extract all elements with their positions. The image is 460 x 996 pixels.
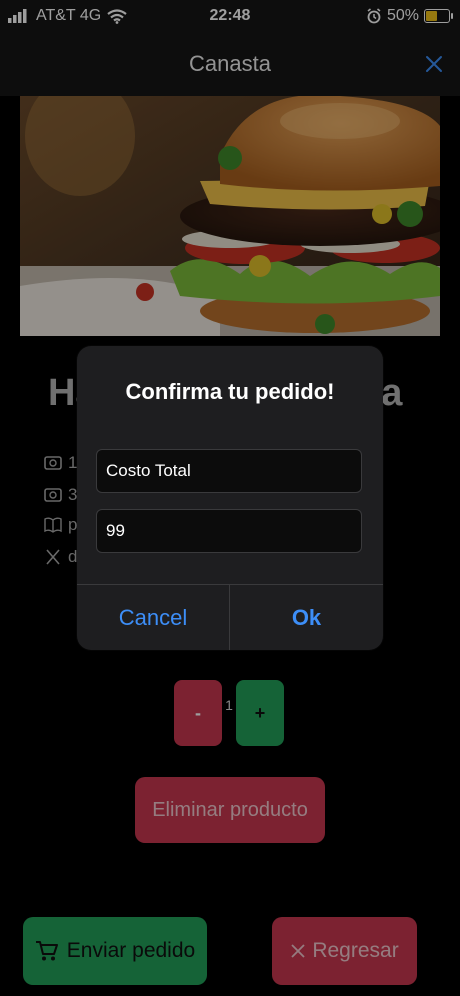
money-icon — [44, 456, 62, 470]
cart-icon — [35, 941, 58, 961]
info-row-description: p — [44, 515, 77, 535]
amount-field[interactable] — [96, 509, 362, 553]
battery-percent: 50% — [386, 7, 419, 24]
close-icon — [291, 944, 305, 958]
back-label: Regresar — [312, 939, 399, 962]
delete-product-button[interactable]: Eliminar producto — [135, 777, 325, 843]
send-order-button[interactable]: Enviar pedido — [23, 917, 207, 985]
total-cost-field[interactable] — [96, 449, 362, 493]
nav-bar: Canasta — [0, 34, 460, 96]
battery-icon — [424, 9, 453, 23]
send-order-label: Enviar pedido — [66, 939, 196, 962]
status-bar: AT&T 4G 22:48 50% — [0, 0, 460, 34]
info-row-price-2: 3 — [44, 485, 77, 505]
money-icon — [44, 488, 62, 502]
decrease-quantity-button[interactable]: - — [174, 680, 222, 746]
cancel-button[interactable]: Cancel — [77, 585, 229, 650]
utensils-icon — [46, 549, 60, 565]
confirm-order-dialog: Confirma tu pedido! Cancel Ok — [77, 346, 383, 650]
book-icon — [44, 517, 62, 533]
dialog-title: Confirma tu pedido! — [125, 379, 335, 404]
status-right: 50% — [366, 7, 453, 25]
quantity-value: 1 — [225, 697, 233, 713]
page-title: Canasta — [189, 51, 271, 76]
info-row-price: 1 — [44, 453, 77, 473]
increase-quantity-button[interactable]: + — [236, 680, 284, 746]
info-row-category: d — [44, 547, 77, 567]
product-image — [20, 96, 440, 336]
delete-product-label: Eliminar producto — [152, 798, 308, 821]
alarm-icon — [367, 8, 381, 24]
close-icon[interactable] — [420, 50, 448, 78]
ok-button[interactable]: Ok — [230, 585, 383, 650]
back-button[interactable]: Regresar — [272, 917, 417, 985]
